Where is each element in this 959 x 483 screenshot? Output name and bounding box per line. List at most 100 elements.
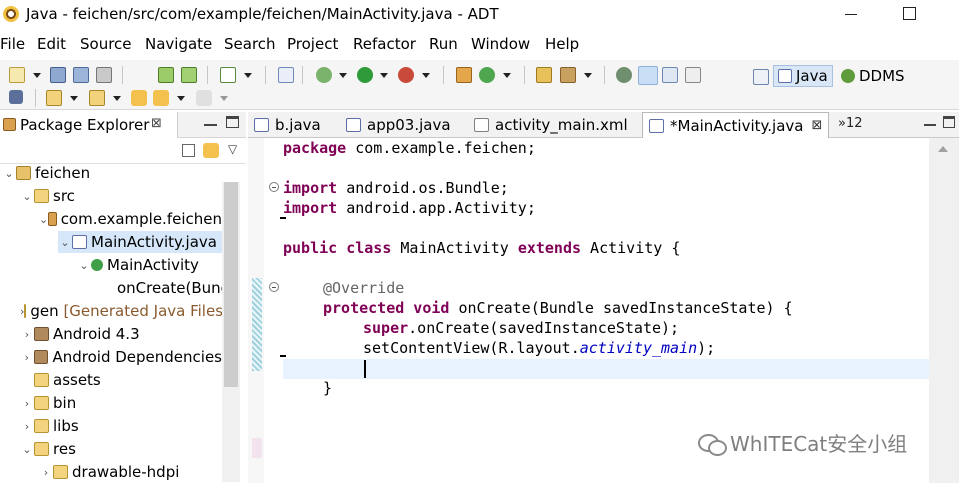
menu-search[interactable]: Search <box>224 35 276 53</box>
expand-toggle-icon[interactable]: › <box>20 420 34 433</box>
close-icon[interactable]: ⊠ <box>811 118 822 133</box>
collapse-all-icon[interactable] <box>182 144 195 157</box>
tree-item-package[interactable]: ⌄ com.example.feichen <box>39 208 222 230</box>
external-tools-dropdown-arrow-icon[interactable] <box>422 73 430 78</box>
android-sdk-manager-icon[interactable] <box>158 67 174 83</box>
show-whitespace-icon[interactable] <box>685 67 701 83</box>
maximize-view-icon[interactable] <box>226 116 239 128</box>
save-all-icon[interactable] <box>73 67 89 83</box>
tab-app03-java[interactable]: app03.java <box>340 112 468 138</box>
expand-toggle-icon[interactable]: ⌄ <box>77 259 91 272</box>
minimize-editor-icon[interactable] <box>924 124 936 126</box>
perspective-java-button[interactable]: Java <box>773 65 833 87</box>
library-icon <box>33 350 49 364</box>
android-lint-icon[interactable] <box>220 67 236 83</box>
expand-toggle-icon[interactable]: ⌄ <box>2 167 16 180</box>
lint-dropdown-arrow-icon[interactable] <box>244 73 252 78</box>
expand-toggle-icon[interactable]: ⌄ <box>20 190 34 203</box>
tree-item-oncreate[interactable]: onCreate(Bundle) <box>110 277 222 299</box>
tree-item-mainactivity-class[interactable]: ⌄ MainActivity <box>77 254 199 276</box>
android-avd-manager-icon[interactable] <box>181 67 197 83</box>
package-explorer-tab[interactable]: Package Explorer ⊠ <box>0 112 178 138</box>
mark-occurrences-icon[interactable] <box>638 66 658 85</box>
menu-source[interactable]: Source <box>80 35 132 53</box>
more-tabs-button[interactable]: »12 <box>838 116 863 131</box>
menu-run[interactable]: Run <box>429 35 458 53</box>
run-icon[interactable] <box>357 67 373 83</box>
tree-item-bin[interactable]: › bin <box>20 392 76 414</box>
tree-item-assets[interactable]: assets <box>20 369 101 391</box>
wechat-logo-icon <box>698 432 727 456</box>
new-dropdown-arrow-icon[interactable] <box>33 73 41 78</box>
save-icon[interactable] <box>50 67 66 83</box>
expand-toggle-icon[interactable]: › <box>39 466 53 479</box>
menu-file[interactable]: File <box>0 35 25 53</box>
expand-toggle-icon[interactable]: ⌄ <box>58 236 72 249</box>
last-edit-location-icon[interactable] <box>131 90 147 106</box>
external-tools-icon[interactable] <box>398 67 414 83</box>
tab-mainactivity-java[interactable]: *MainActivity.java ⊠ <box>642 112 829 138</box>
expand-toggle-icon[interactable]: › <box>20 397 34 410</box>
previous-edit-icon[interactable] <box>89 90 105 106</box>
debug-icon[interactable] <box>316 67 332 83</box>
scroll-up-arrow-icon[interactable] <box>938 146 948 152</box>
tree-item-android-dependencies[interactable]: › Android Dependencies <box>20 346 222 368</box>
block-selection-icon[interactable] <box>662 67 678 83</box>
tree-item-drawable-hdpi[interactable]: › drawable-hdpi <box>39 461 180 483</box>
open-perspective-icon[interactable] <box>753 69 769 85</box>
menu-edit[interactable]: Edit <box>37 35 66 53</box>
fold-collapse-icon[interactable] <box>269 282 279 292</box>
tree-item-project[interactable]: ⌄ feichen <box>2 162 90 184</box>
run-dropdown-arrow-icon[interactable] <box>380 73 388 78</box>
next-edit-icon[interactable] <box>46 90 62 106</box>
new-java-class-icon[interactable] <box>479 67 495 83</box>
previous-edit-dropdown-arrow-icon[interactable] <box>113 96 121 101</box>
tree-item-res[interactable]: ⌄ res <box>20 438 76 460</box>
minimize-view-icon[interactable] <box>204 124 217 126</box>
new-java-package-icon[interactable] <box>456 67 472 83</box>
expand-toggle-icon[interactable]: › <box>20 328 34 341</box>
tab-activity-main-xml[interactable]: activity_main.xml <box>468 112 643 138</box>
menu-window[interactable]: Window <box>471 35 530 53</box>
tree-item-android-43[interactable]: › Android 4.3 <box>20 323 140 345</box>
toggle-breadcrumb-icon[interactable] <box>616 67 632 83</box>
expand-toggle-icon[interactable]: ⌄ <box>39 213 48 226</box>
search-icon[interactable] <box>560 67 576 83</box>
back-dropdown-arrow-icon[interactable] <box>177 96 185 101</box>
close-icon[interactable]: ⊠ <box>151 116 162 131</box>
next-edit-dropdown-arrow-icon[interactable] <box>70 96 78 101</box>
tree-item-mainactivity-java[interactable]: ⌄ MainActivity.java <box>58 231 222 253</box>
new-icon[interactable] <box>9 67 25 83</box>
print-icon[interactable] <box>96 67 112 83</box>
toolbar-separator <box>443 66 444 84</box>
open-type-icon[interactable] <box>536 67 552 83</box>
tree-item-libs[interactable]: › libs <box>20 415 79 437</box>
menu-help[interactable]: Help <box>545 35 579 53</box>
new-android-project-icon[interactable] <box>278 67 294 83</box>
search-dropdown-arrow-icon[interactable] <box>584 73 592 78</box>
tab-b-java[interactable]: b.java <box>248 112 340 138</box>
new-class-dropdown-arrow-icon[interactable] <box>503 73 511 78</box>
debug-dropdown-arrow-icon[interactable] <box>339 73 347 78</box>
expand-toggle-icon[interactable]: › <box>20 351 34 364</box>
fold-collapse-icon[interactable] <box>269 182 279 192</box>
back-icon[interactable] <box>153 90 169 106</box>
menu-project[interactable]: Project <box>287 35 338 53</box>
next-annotation-icon[interactable] <box>9 90 23 104</box>
toolbar-separator <box>302 66 303 84</box>
editor-scrollbar[interactable] <box>929 138 959 483</box>
link-with-editor-icon[interactable] <box>203 143 219 158</box>
tree-item-src[interactable]: ⌄ src <box>20 185 75 207</box>
perspective-switcher: Java DDMS <box>745 63 955 89</box>
menu-navigate[interactable]: Navigate <box>145 35 212 53</box>
tree-item-label: src <box>53 187 75 205</box>
maximize-button[interactable] <box>894 3 924 25</box>
perspective-ddms-button[interactable]: DDMS <box>837 65 909 87</box>
minimize-button[interactable] <box>836 3 866 25</box>
view-menu-chevron-down-icon[interactable]: ▽ <box>228 142 237 156</box>
tree-item-gen[interactable]: › gen [Generated Java Files] <box>20 300 222 322</box>
maximize-editor-icon[interactable] <box>943 116 955 128</box>
package-explorer-scroll-thumb[interactable] <box>224 182 238 387</box>
expand-toggle-icon[interactable]: ⌄ <box>20 443 34 456</box>
menu-refactor[interactable]: Refactor <box>353 35 416 53</box>
